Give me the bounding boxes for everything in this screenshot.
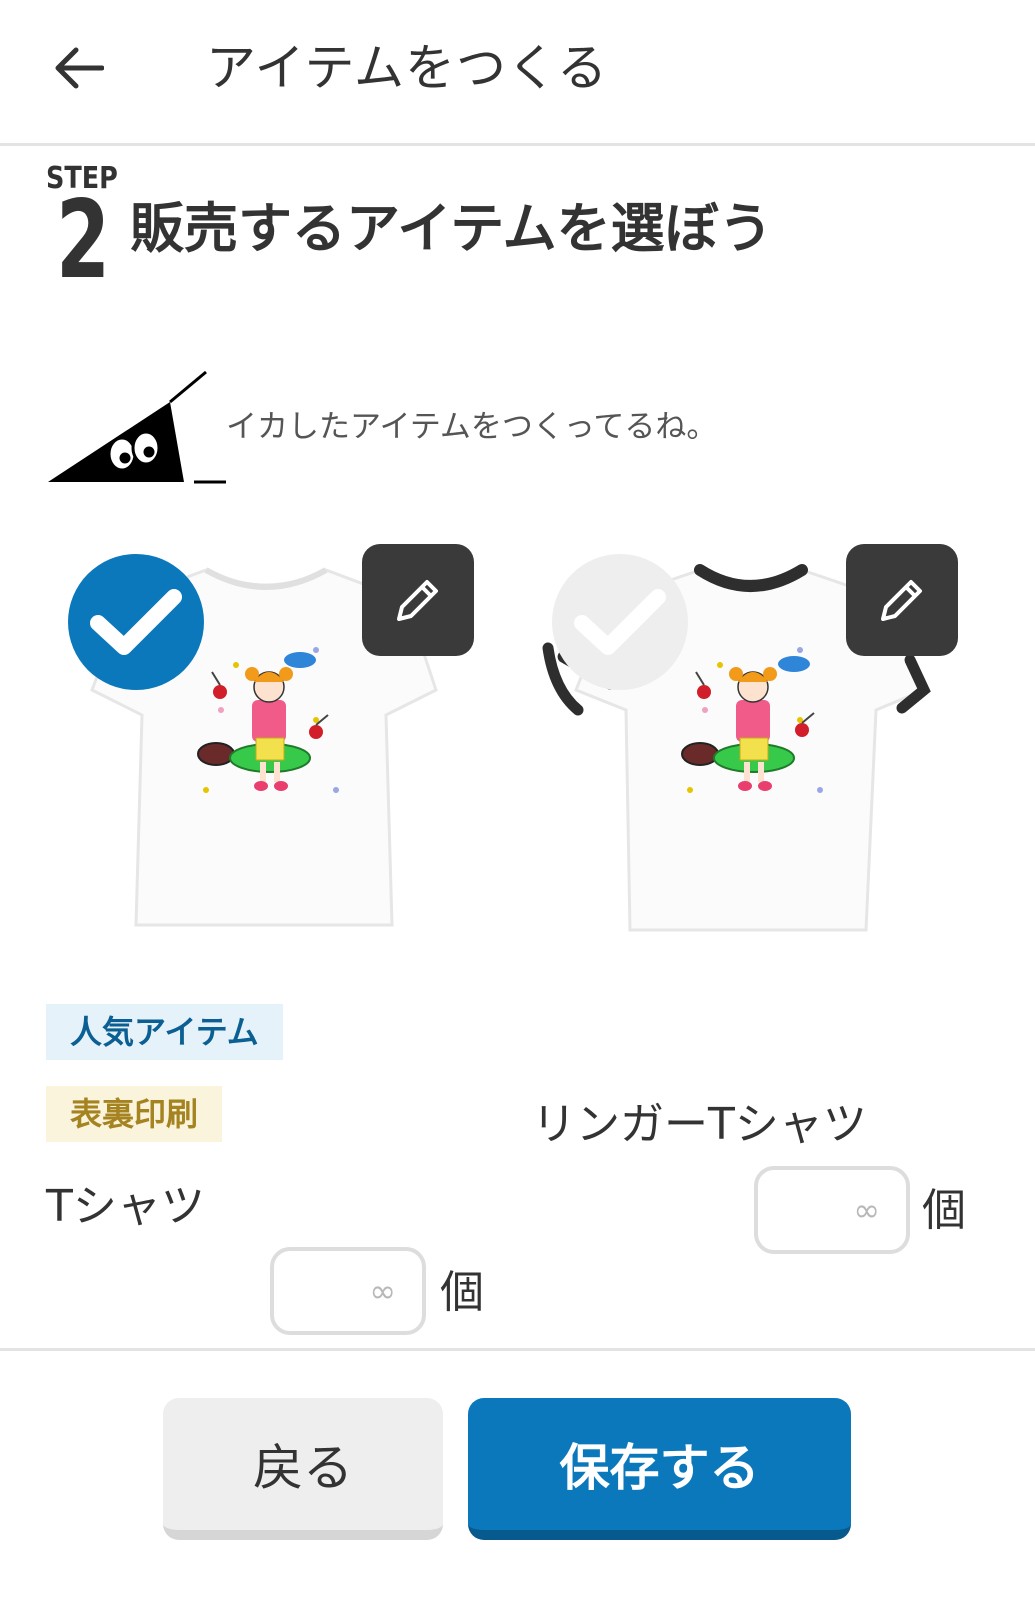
check-icon <box>574 589 666 655</box>
step-number: 2 <box>56 178 111 303</box>
item-name-tshirt: Tシャツ <box>46 1181 205 1232</box>
badge-popular-item: 人気アイテム <box>46 1004 283 1060</box>
badge-double-sided-print: 表裏印刷 <box>46 1086 223 1142</box>
quantity-unit-tshirt: 個 <box>440 1267 484 1318</box>
edit-button-tshirt[interactable] <box>362 544 474 656</box>
mascot-message: イカしたアイテムをつくってるね。 <box>226 409 718 445</box>
save-button[interactable]: 保存する <box>468 1398 851 1540</box>
quantity-input-ringer-tshirt[interactable] <box>754 1166 910 1254</box>
back-step-button[interactable]: 戻る <box>163 1398 443 1540</box>
back-button[interactable] <box>48 40 108 96</box>
mascot-illustration <box>48 370 226 484</box>
check-icon <box>90 589 182 655</box>
app-header: アイテムをつくる <box>0 0 1035 146</box>
select-checkbox-tshirt[interactable] <box>68 554 204 690</box>
pencil-icon <box>881 580 922 621</box>
edit-button-ringer-tshirt[interactable] <box>846 544 958 656</box>
pencil-icon <box>397 580 438 621</box>
select-checkbox-ringer-tshirt[interactable] <box>552 554 688 690</box>
page-title: アイテムをつくる <box>206 39 608 97</box>
arrow-left-icon <box>55 47 104 89</box>
item-name-ringer-tshirt: リンガーTシャツ <box>532 1099 867 1150</box>
quantity-input-tshirt[interactable] <box>270 1247 426 1335</box>
step-title: 販売するアイテムを選ぼう <box>130 197 773 260</box>
quantity-unit-ringer-tshirt: 個 <box>922 1185 966 1236</box>
footer-divider <box>0 1348 1035 1351</box>
